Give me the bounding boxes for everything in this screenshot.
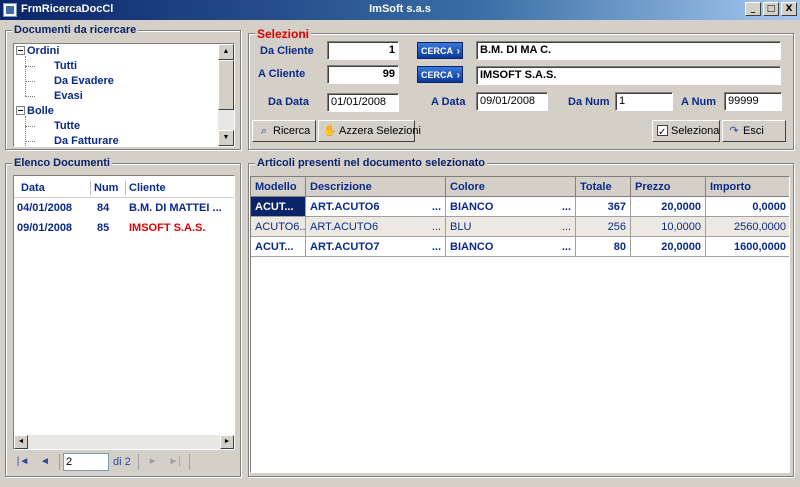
collapse-icon[interactable] [16, 105, 25, 115]
documents-tree-title: Documenti da ricercare [12, 24, 139, 36]
azzera-selezioni-button[interactable]: ✋ Azzera Selezioni [318, 120, 421, 142]
chevron-right-icon: › [456, 46, 460, 57]
checkbox-icon [657, 123, 668, 143]
cell-colore[interactable]: BIANCO... [446, 237, 576, 257]
da-data-label: Da Data [268, 96, 309, 108]
cell-totale[interactable]: 80 [576, 237, 631, 257]
cell-importo[interactable]: 1600,0000 [706, 237, 789, 257]
cerca-da-cliente-button[interactable]: CERCA › [417, 42, 463, 59]
minimize-button[interactable]: _ [745, 2, 761, 16]
cell-prezzo[interactable]: 20,0000 [631, 237, 706, 257]
a-num-label: A Num [681, 96, 717, 108]
col-header-descrizione[interactable]: Descrizione [306, 177, 446, 197]
da-cliente-name-field: B.M. DI MA C. [476, 41, 781, 60]
scroll-left-icon[interactable]: ◄ [14, 435, 28, 449]
exit-icon: ↷ [729, 125, 739, 137]
a-num-input[interactable]: 99999 [724, 92, 782, 111]
list-item[interactable]: 04/01/2008 84 B.M. DI MATTEI ... [17, 198, 222, 218]
documents-tree[interactable]: Ordini Tutti Da Evadere Evasi Bolle Tutt… [13, 43, 235, 147]
tree-node-bolle[interactable]: Bolle [16, 104, 54, 119]
hand-icon: ✋ [323, 125, 337, 137]
articles-title: Articoli presenti nel documento selezion… [255, 157, 487, 169]
scroll-right-icon[interactable]: ► [220, 435, 234, 449]
list-item[interactable]: 09/01/2008 85 IMSOFT S.A.S. [17, 218, 222, 238]
cell-importo[interactable]: 2560,0000 [706, 217, 789, 237]
collapse-icon[interactable] [16, 45, 25, 55]
da-cliente-label: Da Cliente [260, 45, 314, 57]
company-title: ImSoft s.a.s [369, 3, 431, 15]
scroll-up-icon[interactable]: ▲ [218, 44, 234, 60]
a-cliente-input[interactable]: 99 [327, 65, 399, 84]
col-header-modello[interactable]: Modello [251, 177, 306, 197]
cell-modello[interactable]: ACUTO6... [251, 217, 306, 237]
ricerca-button[interactable]: ⌕ Ricerca [252, 120, 316, 142]
a-data-input[interactable]: 09/01/2008 [476, 92, 548, 111]
col-header-totale[interactable]: Totale [576, 177, 631, 197]
cell-prezzo[interactable]: 20,0000 [631, 197, 706, 217]
tree-node-evasi[interactable]: Evasi [54, 89, 83, 104]
count-label: di 2 [113, 456, 131, 468]
tree-node-ordini[interactable]: Ordini [16, 44, 59, 59]
cell-modello[interactable]: ACUT... [251, 237, 306, 257]
a-data-label: A Data [431, 96, 466, 108]
title-bar: FrmRicercaDocCl ImSoft s.a.s _ □ X [0, 0, 800, 20]
da-num-label: Da Num [568, 96, 610, 108]
tree-node-da-fatturare[interactable]: Da Fatturare [54, 134, 119, 146]
scroll-thumb[interactable] [218, 60, 234, 110]
position-input[interactable]: 2 [63, 453, 109, 471]
list-header-cliente[interactable]: Cliente [129, 179, 166, 197]
tree-scrollbar[interactable]: ▲ ▼ [218, 44, 234, 146]
move-previous-icon[interactable]: ◄ [34, 452, 56, 472]
articles-grid[interactable]: Modello Descrizione Colore Totale Prezzo… [250, 176, 790, 473]
move-last-icon[interactable]: ►| [164, 452, 186, 472]
col-header-prezzo[interactable]: Prezzo [631, 177, 706, 197]
selections-title: Selezioni [255, 27, 312, 41]
da-num-input[interactable]: 1 [615, 92, 673, 111]
esci-button[interactable]: ↷ Esci [722, 120, 786, 142]
cell-prezzo[interactable]: 10,0000 [631, 217, 706, 237]
cell-totale[interactable]: 367 [576, 197, 631, 217]
document-list-title: Elenco Documenti [12, 157, 112, 169]
tree-node-tutte[interactable]: Tutte [54, 119, 80, 134]
list-header-data[interactable]: Data [21, 179, 45, 197]
cell-descrizione[interactable]: ART.ACUTO6... [306, 197, 446, 217]
da-data-input[interactable]: 01/01/2008 [327, 93, 399, 112]
list-header-num[interactable]: Num [94, 179, 118, 197]
tree-node-da-evadere[interactable]: Da Evadere [54, 74, 114, 89]
a-cliente-label: A Cliente [258, 68, 306, 80]
col-header-importo[interactable]: Importo [706, 177, 789, 197]
cell-colore[interactable]: BLU... [446, 217, 576, 237]
cell-importo[interactable]: 0,0000 [706, 197, 789, 217]
close-button[interactable]: X [781, 2, 797, 16]
a-cliente-name-field: IMSOFT S.A.S. [476, 66, 781, 85]
binding-navigator: |◄ ◄ 2 di 2 ► ►| [12, 452, 193, 472]
move-first-icon[interactable]: |◄ [12, 452, 34, 472]
list-hscrollbar[interactable]: ◄ ► [14, 435, 234, 449]
col-header-colore[interactable]: Colore [446, 177, 576, 197]
cell-colore[interactable]: BIANCO... [446, 197, 576, 217]
document-list[interactable]: Data Num Cliente 04/01/2008 84 B.M. DI M… [13, 175, 235, 450]
tree-node-tutti[interactable]: Tutti [54, 59, 77, 74]
chevron-right-icon: › [456, 70, 460, 81]
cell-descrizione[interactable]: ART.ACUTO7... [306, 237, 446, 257]
cerca-a-cliente-button[interactable]: CERCA › [417, 66, 463, 83]
move-next-icon[interactable]: ► [142, 452, 164, 472]
cell-descrizione[interactable]: ART.ACUTO6... [306, 217, 446, 237]
scroll-down-icon[interactable]: ▼ [218, 130, 234, 146]
cell-modello[interactable]: ACUT... [251, 197, 306, 217]
cell-totale[interactable]: 256 [576, 217, 631, 237]
seleziona-button[interactable]: Seleziona [652, 120, 720, 143]
da-cliente-input[interactable]: 1 [327, 41, 399, 60]
maximize-button[interactable]: □ [763, 2, 779, 16]
search-icon: ⌕ [260, 125, 268, 137]
